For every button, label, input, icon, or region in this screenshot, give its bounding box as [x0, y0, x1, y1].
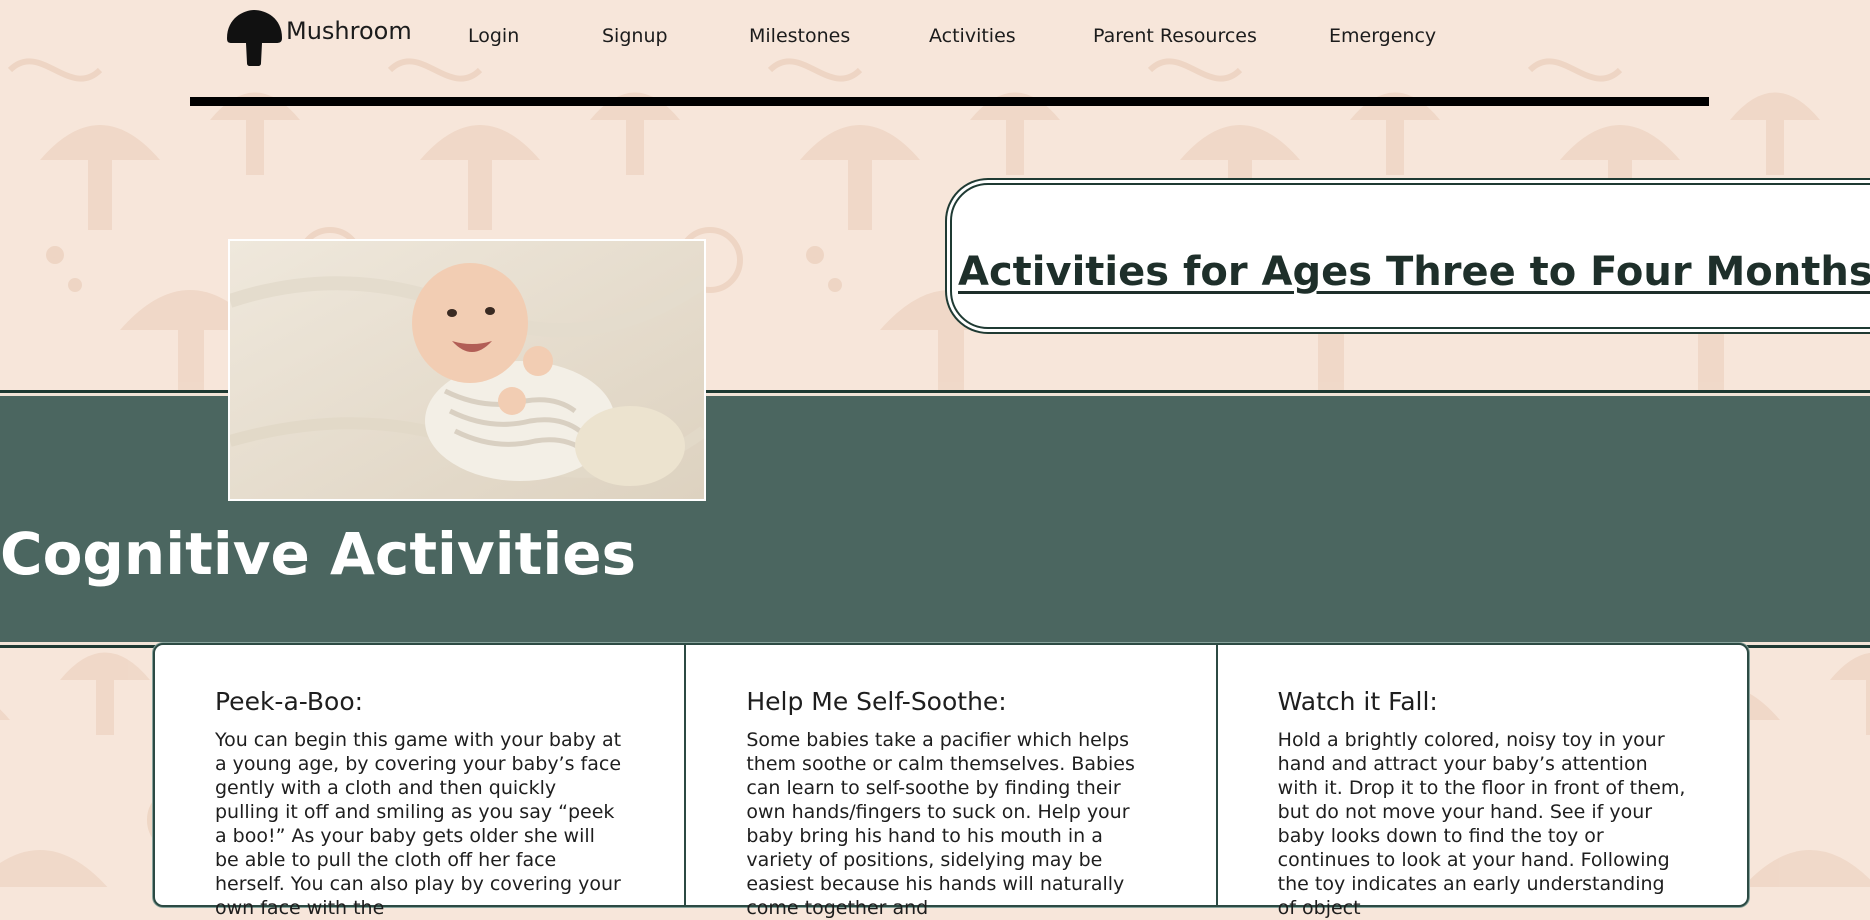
nav-activities-link[interactable]: Activities	[929, 25, 1016, 47]
activity-card: Help Me Self-Soothe: Some babies take a …	[684, 645, 1215, 919]
nav-milestones-link[interactable]: Milestones	[749, 25, 850, 47]
activity-card-body: Hold a brightly colored, noisy toy in yo…	[1277, 729, 1686, 919]
section-title: Cognitive Activities	[0, 520, 637, 588]
activity-card-title: Watch it Fall:	[1277, 687, 1438, 716]
baby-illustration	[230, 241, 704, 499]
page-title: Activities for Ages Three to Four Months	[958, 249, 1870, 295]
activity-card: Peek-a-Boo: You can begin this game with…	[155, 645, 684, 919]
activity-card-body: You can begin this game with your baby a…	[215, 729, 622, 919]
top-navigation: Mushroom Login Signup Milestones Activit…	[0, 0, 1870, 110]
brand-name: Mushroom	[286, 17, 412, 45]
brand-logo[interactable]: Mushroom	[224, 8, 412, 66]
activity-card-body: Some babies take a pacifier which helps …	[746, 729, 1135, 919]
mushroom-icon	[227, 10, 282, 66]
activity-card: Watch it Fall: Hold a brightly colored, …	[1215, 645, 1747, 919]
baby-photo	[228, 239, 706, 501]
page-title-box: Activities for Ages Three to Four Months	[950, 183, 1870, 329]
nav-login-link[interactable]: Login	[468, 25, 519, 47]
activity-card-title: Help Me Self-Soothe:	[746, 687, 1007, 716]
nav-divider	[190, 97, 1709, 106]
nav-parent-resources-link[interactable]: Parent Resources	[1093, 25, 1257, 47]
nav-emergency-link[interactable]: Emergency	[1329, 25, 1436, 47]
nav-signup-link[interactable]: Signup	[602, 25, 668, 47]
activity-cards: Peek-a-Boo: You can begin this game with…	[153, 643, 1749, 919]
activity-card-title: Peek-a-Boo:	[215, 687, 364, 716]
